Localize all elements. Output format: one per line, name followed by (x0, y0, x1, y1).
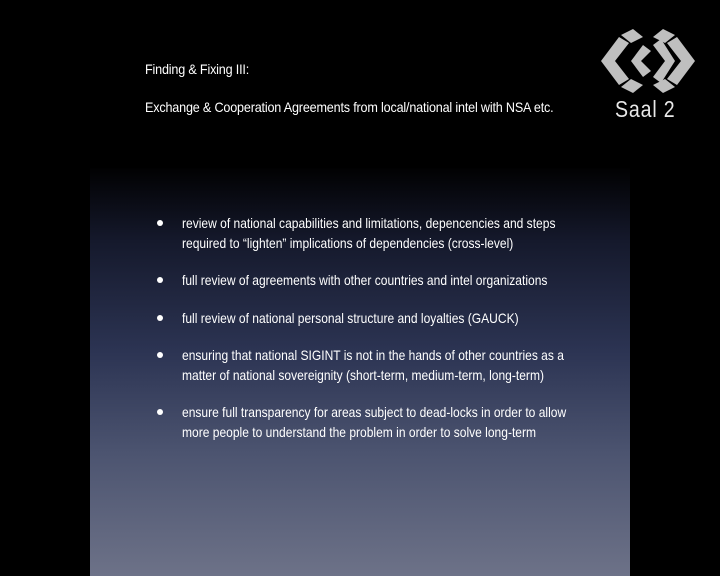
bullet-icon (157, 352, 163, 358)
bullet-list: review of national capabilities and limi… (155, 214, 625, 460)
bullet-item: review of national capabilities and limi… (155, 214, 625, 253)
bullet-text: ensuring that national SIGINT is not in … (182, 347, 564, 383)
bullet-text: ensure full transparency for areas subje… (182, 404, 567, 440)
slide-subheading: Exchange & Cooperation Agreements from l… (145, 99, 554, 115)
ccc-room-logo-icon (601, 29, 695, 93)
bullet-icon (157, 409, 163, 415)
bullet-item: full review of national personal structu… (155, 309, 625, 329)
bullet-icon (157, 220, 163, 226)
slide-heading: Finding & Fixing III: (145, 61, 250, 77)
bullet-text: full review of agreements with other cou… (182, 272, 548, 288)
bullet-item: ensuring that national SIGINT is not in … (155, 346, 625, 385)
bullet-item: full review of agreements with other cou… (155, 271, 625, 291)
bullet-icon (157, 277, 163, 283)
bullet-icon (157, 314, 163, 321)
bullet-item: ensure full transparency for areas subje… (155, 403, 625, 442)
bullet-text: full review of national personal structu… (182, 309, 519, 326)
room-label: Saal 2 (615, 96, 676, 122)
bullet-text: review of national capabilities and limi… (182, 215, 556, 251)
